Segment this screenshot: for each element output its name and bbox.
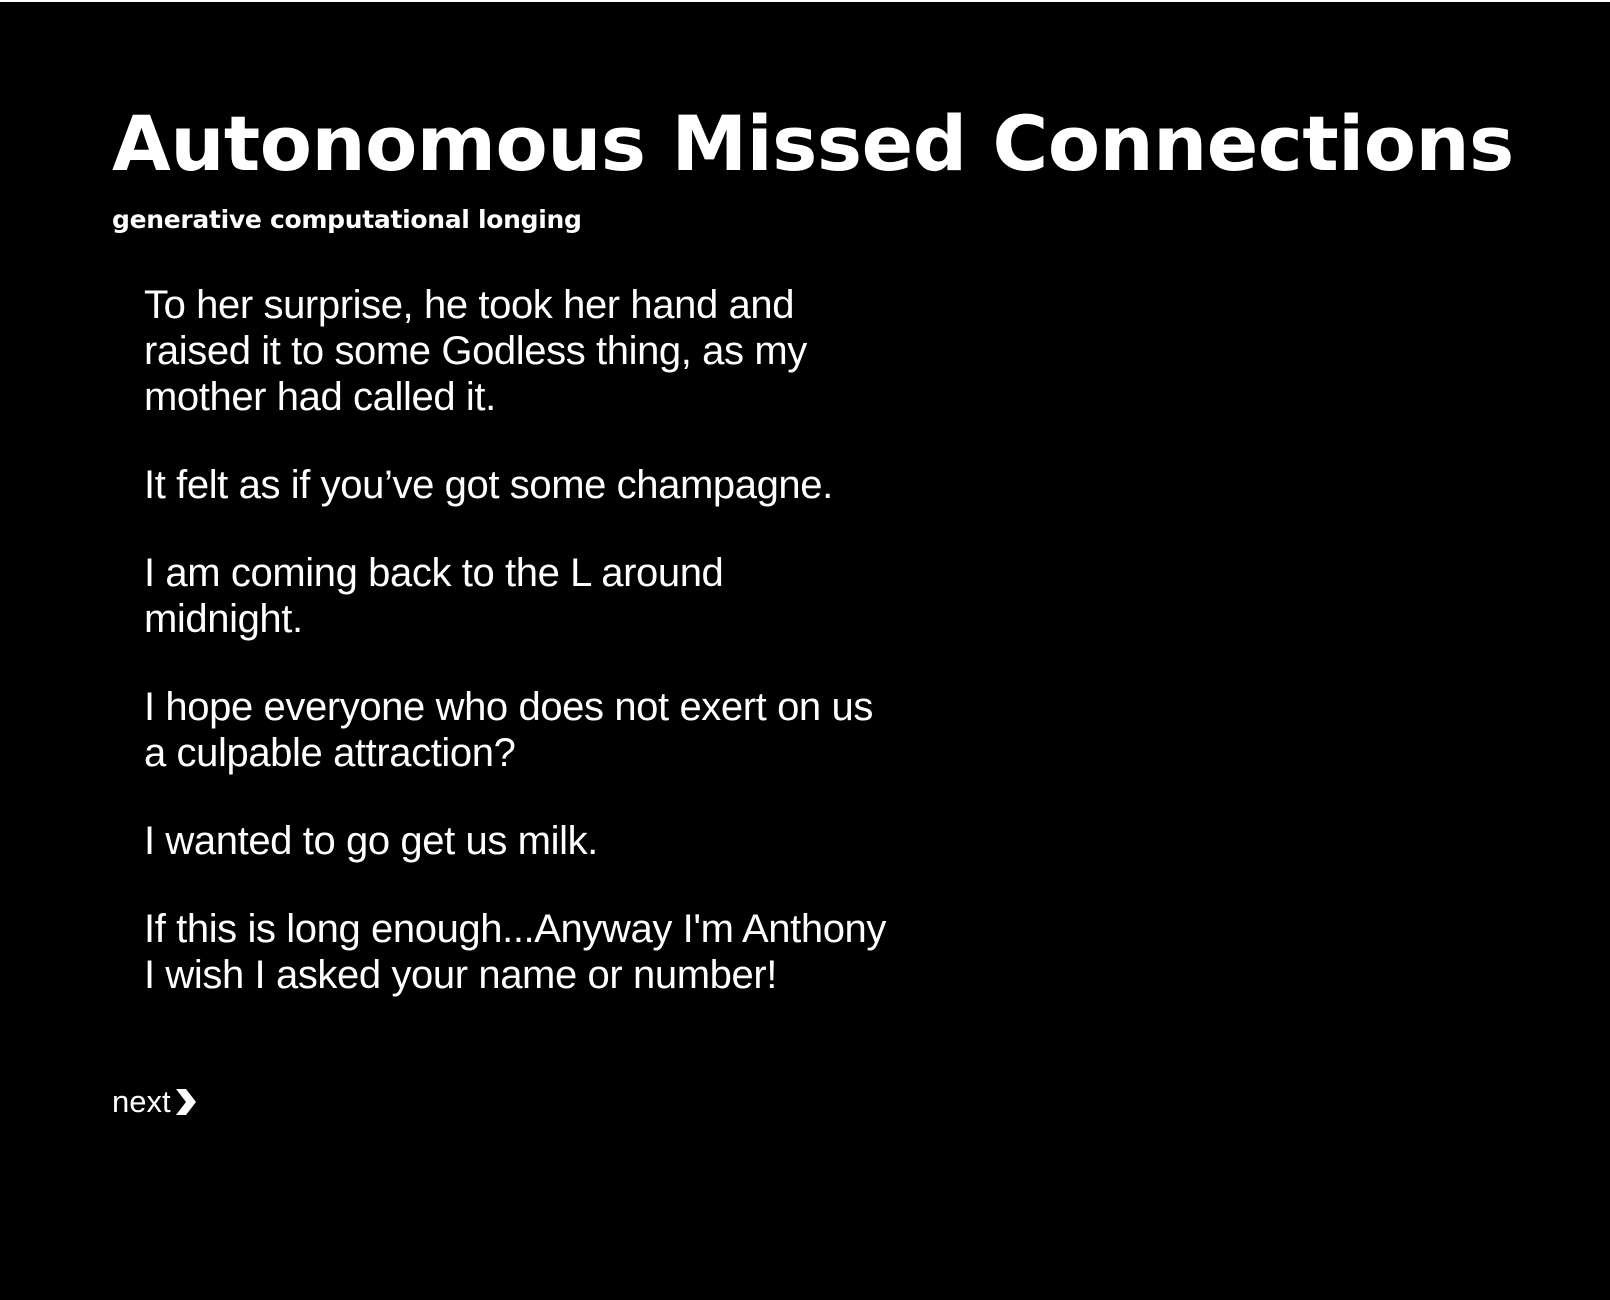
site-tagline: generative computational longing	[112, 205, 582, 234]
top-border-line	[0, 0, 1610, 2]
poem-stanza: If this is long enough...Anyway I'm Anth…	[144, 907, 886, 997]
poem-stanza: I am coming back to the L around midnigh…	[144, 551, 724, 641]
next-label: next	[112, 1084, 171, 1119]
chevron-right-icon	[175, 1089, 196, 1115]
page-content: Autonomous Missed Connections generative…	[112, 88, 1514, 1040]
poem-stanza: It felt as if you’ve got some champagne.	[144, 463, 833, 507]
site-header: Autonomous Missed Connections generative…	[112, 88, 1514, 236]
poem-stanza: I wanted to go get us milk.	[144, 819, 598, 863]
poem-stanza: I hope everyone who does not exert on us…	[144, 685, 873, 775]
poem-stanza: To her surprise, he took her hand and ra…	[144, 283, 807, 419]
poem-body: To her surprise, he took her hand and ra…	[144, 282, 984, 998]
next-link[interactable]: next	[112, 1084, 198, 1120]
site-title: Autonomous Missed Connections	[112, 99, 1514, 188]
